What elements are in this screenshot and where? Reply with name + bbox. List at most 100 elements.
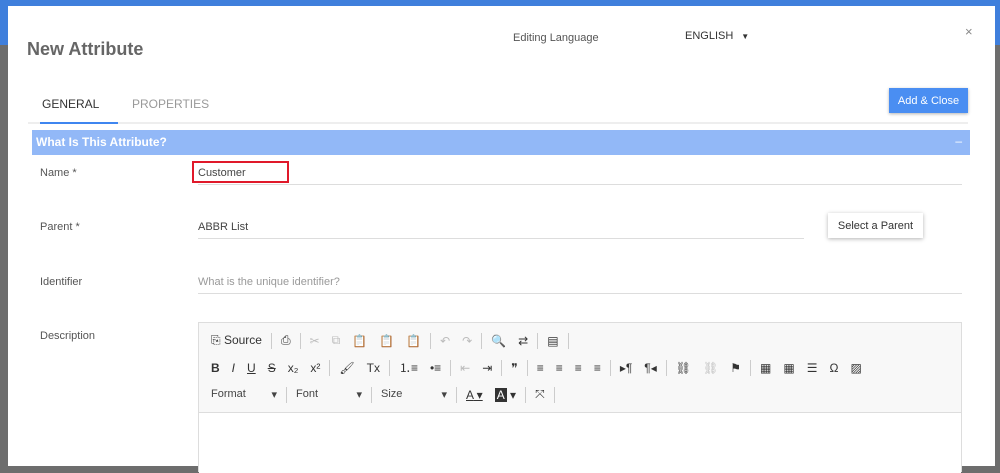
copy-button[interactable]: ⧉ (326, 333, 347, 348)
strike-button[interactable]: S (262, 361, 282, 375)
caret-down-icon: ▾ (356, 389, 362, 401)
special-char-button[interactable]: Ω (823, 361, 844, 375)
align-left-button[interactable]: ≡ (531, 361, 550, 375)
text-color-button[interactable]: A ▾ (460, 388, 489, 402)
caret-down-icon: ▾ (441, 389, 447, 401)
align-right-button[interactable]: ≡ (569, 361, 588, 375)
identifier-label: Identifier (40, 276, 83, 288)
add-close-button[interactable]: Add & Close (889, 88, 968, 113)
rtl-button[interactable]: ¶◂ (638, 361, 662, 375)
outdent-button[interactable]: ⇤ (454, 361, 476, 375)
description-label: Description (40, 330, 96, 342)
ltr-button[interactable]: ▸¶ (614, 361, 638, 375)
highlight-box (192, 161, 289, 183)
language-dropdown[interactable]: ENGLISH ▼ (685, 30, 749, 42)
separator (526, 359, 528, 376)
active-tab-indicator (40, 122, 118, 124)
separator (371, 386, 372, 403)
justify-button[interactable]: ≡ (588, 361, 607, 375)
description-editor: ⎘ Source ⎙ ✂ ⧉ 📋 📋 📋 ↶ ↷ 🔍 ⇄ ▤ B I U Sx₂ x² 🖌 Tx ⒈≡ •≡ ⇤ ⇥ ❞ ≡… (198, 322, 962, 473)
collapse-icon[interactable]: – (955, 134, 962, 148)
source-button[interactable]: ⎘ Source (205, 333, 268, 348)
indent-button[interactable]: ⇥ (476, 361, 498, 375)
underline-button[interactable]: U (241, 361, 262, 375)
separator (388, 359, 390, 376)
size-dropdown[interactable]: Size ▾ (375, 388, 453, 401)
separator (750, 359, 751, 376)
flash-button[interactable]: ▦ (754, 361, 777, 375)
bulleted-list-button[interactable]: •≡ (424, 361, 447, 375)
find-button[interactable]: 🔍 (485, 334, 512, 348)
size-label: Size (381, 388, 403, 400)
separator (299, 332, 301, 349)
separator (665, 359, 667, 376)
blockquote-button[interactable]: ❞ (505, 361, 523, 375)
separator (525, 386, 527, 403)
select-parent-button[interactable]: Select a Parent (828, 213, 923, 238)
background-color-button[interactable]: A ▾ (489, 387, 522, 402)
caret-down-icon: ▼ (741, 32, 750, 41)
separator (567, 332, 569, 349)
toolbar-row-1: ⎘ Source ⎙ ✂ ⧉ 📋 📋 📋 ↶ ↷ 🔍 ⇄ ▤ (205, 327, 955, 354)
editor-content-area[interactable] (199, 413, 961, 473)
tab-general[interactable]: GENERAL (42, 97, 99, 111)
tab-properties[interactable]: PROPERTIES (132, 97, 209, 111)
paste-button[interactable]: 📋 (346, 334, 373, 348)
separator (537, 332, 539, 349)
separator (270, 332, 272, 349)
separator (286, 386, 287, 403)
cut-button[interactable]: ✂ (304, 334, 326, 348)
paste-text-button[interactable]: 📋 (373, 334, 400, 348)
numbered-list-button[interactable]: ⒈≡ (393, 359, 424, 376)
redo-button[interactable]: ↷ (456, 334, 478, 348)
table-button[interactable]: ▦ (777, 361, 800, 375)
name-label: Name * (40, 167, 77, 179)
separator (481, 332, 483, 349)
bold-button[interactable]: B (205, 361, 226, 375)
language-value: ENGLISH (685, 30, 734, 42)
image-button[interactable]: ▨ (844, 361, 867, 375)
editor-toolbar: ⎘ Source ⎙ ✂ ⧉ 📋 📋 📋 ↶ ↷ 🔍 ⇄ ▤ B I U Sx₂ x² 🖌 Tx ⒈≡ •≡ ⇤ ⇥ ❞ ≡… (199, 323, 961, 413)
separator (456, 386, 457, 403)
background-color-icon: A (494, 387, 507, 402)
separator (450, 359, 452, 376)
separator (553, 386, 555, 403)
source-icon: ⎘ (211, 333, 224, 347)
separator (609, 359, 611, 376)
replace-button[interactable]: ⇄ (512, 334, 534, 348)
identifier-input[interactable]: What is the unique identifier? (198, 272, 962, 294)
separator (430, 332, 432, 349)
separator (329, 359, 331, 376)
copy-format-button[interactable]: 🖌 (333, 361, 360, 375)
undo-button[interactable]: ↶ (434, 334, 456, 348)
font-dropdown[interactable]: Font ▾ (290, 388, 368, 401)
section-title: What Is This Attribute? (36, 135, 167, 149)
toolbar-row-2: B I U Sx₂ x² 🖌 Tx ⒈≡ •≡ ⇤ ⇥ ❞ ≡ ≡ ≡ ≡ ▸¶ ¶◂ ⛓ ⛓ ⚑ ▦ ▦ ☰ Ω ▨ (205, 354, 955, 381)
format-dropdown[interactable]: Format ▾ (205, 388, 283, 401)
remove-format-button[interactable]: Tx (361, 361, 386, 375)
source-label: Source (223, 333, 262, 347)
maximize-button[interactable]: ⤧ (529, 387, 551, 402)
italic-button[interactable]: I (226, 361, 241, 375)
parent-input[interactable]: ABBR List (198, 217, 804, 239)
select-all-button[interactable]: ▤ (541, 334, 564, 348)
subscript-button[interactable]: x₂ (282, 361, 305, 375)
superscript-button[interactable]: x² (304, 361, 326, 375)
editing-language-label: Editing Language (513, 32, 599, 44)
align-center-button[interactable]: ≡ (550, 361, 569, 375)
parent-label: Parent * (40, 221, 80, 233)
horizontal-line-button[interactable]: ☰ (801, 361, 824, 375)
unlink-button[interactable]: ⛓ (697, 361, 724, 375)
name-input[interactable]: Customer (198, 163, 962, 185)
font-label: Font (296, 388, 319, 400)
link-button[interactable]: ⛓ (670, 361, 697, 375)
section-header[interactable]: What Is This Attribute? – (32, 130, 970, 155)
tab-bar: GENERAL PROPERTIES (28, 88, 968, 124)
dialog-title: New Attribute (27, 39, 144, 59)
format-label: Format (211, 388, 246, 400)
caret-down-icon: ▾ (271, 389, 277, 401)
paste-word-button[interactable]: 📋 (400, 334, 427, 348)
close-button[interactable]: × (965, 24, 973, 39)
print-button[interactable]: ⎙ (275, 333, 297, 348)
anchor-button[interactable]: ⚑ (724, 361, 747, 375)
